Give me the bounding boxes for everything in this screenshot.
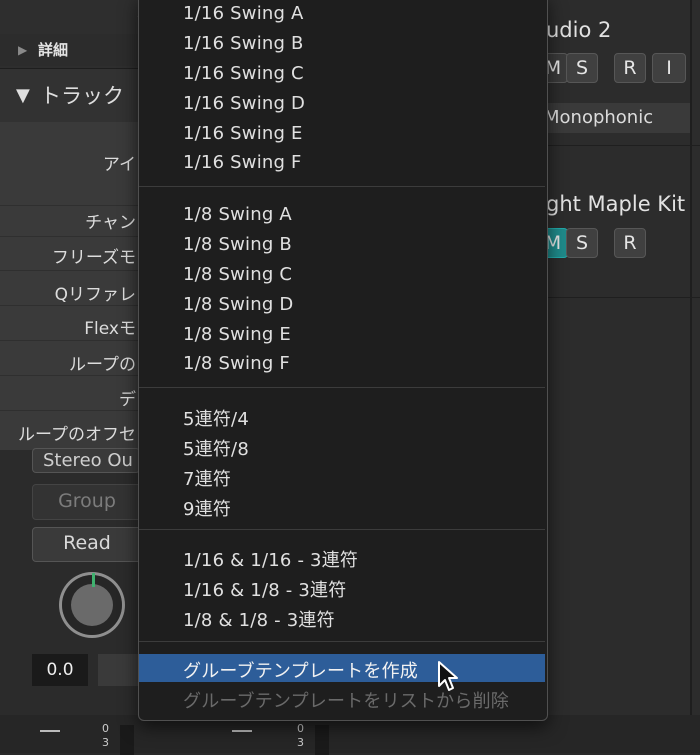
param-loop-offset-label: ループのオフセ	[18, 425, 136, 445]
param-channel-label: チャン	[85, 213, 136, 233]
menu-item[interactable]: 1/8 & 1/8 - 3連符	[183, 606, 335, 632]
menu-item[interactable]: 1/8 Swing F	[183, 353, 290, 374]
menu-item[interactable]: 1/16 Swing C	[183, 63, 304, 84]
create-groove-template-item[interactable]: グルーブテンプレートを作成	[183, 657, 418, 683]
input-monitor-button[interactable]: I	[652, 53, 686, 83]
mouse-pointer-icon	[438, 661, 458, 691]
mode-selector[interactable]: Monophonic	[540, 103, 690, 133]
menu-item[interactable]: 1/8 Swing C	[183, 264, 292, 285]
menu-item[interactable]: 1/16 & 1/16 - 3連符	[183, 546, 358, 572]
param-de-label: デ	[119, 390, 136, 410]
group-button[interactable]: Group	[32, 484, 142, 520]
fader-cap[interactable]	[40, 730, 60, 732]
divider	[0, 410, 140, 411]
divider	[0, 340, 140, 341]
menu-item[interactable]: 1/16 Swing A	[183, 3, 304, 24]
disclosure-right-icon[interactable]: ▶	[18, 34, 27, 66]
divider	[0, 375, 140, 376]
menu-item[interactable]: 1/16 Swing D	[183, 93, 305, 114]
level-meter	[315, 725, 329, 755]
output-button[interactable]: Stereo Ou	[32, 448, 140, 473]
volume-value[interactable]: 0.0	[32, 654, 88, 686]
meter-scale-3: 3	[102, 736, 109, 749]
fader-cap[interactable]	[232, 730, 252, 732]
meter-scale-0: 0	[297, 722, 304, 735]
peak-value	[98, 654, 140, 686]
menu-separator	[139, 387, 545, 388]
track-name-kit[interactable]: ght Maple Kit	[546, 192, 685, 216]
param-icon-label: アイ	[102, 155, 136, 175]
divider	[0, 305, 140, 306]
divider	[0, 270, 140, 271]
details-section-label[interactable]: 詳細	[38, 34, 68, 66]
automation-mode-button[interactable]: Read	[32, 527, 142, 562]
solo-button[interactable]: S	[566, 53, 598, 83]
meter-scale-0: 0	[102, 722, 109, 735]
menu-item[interactable]: 1/16 & 1/8 - 3連符	[183, 576, 346, 602]
divider	[0, 236, 140, 237]
meter-scale-3: 3	[297, 736, 304, 749]
menu-item[interactable]: 1/8 Swing D	[183, 294, 293, 315]
divider	[545, 297, 700, 298]
param-loop-label: ループの	[69, 355, 136, 375]
track-section-label[interactable]: トラック	[40, 74, 124, 118]
divider	[0, 205, 140, 206]
menu-item[interactable]: 1/8 Swing E	[183, 324, 291, 345]
menu-item[interactable]: 5連符/4	[183, 405, 249, 431]
menu-item[interactable]: 1/16 Swing B	[183, 33, 304, 54]
pan-indicator	[92, 573, 95, 587]
param-flex-label: Flexモ	[84, 319, 136, 339]
divider	[545, 145, 700, 146]
divider	[690, 0, 692, 753]
menu-item[interactable]: 1/16 Swing F	[183, 152, 302, 173]
track-name-audio[interactable]: udio 2	[546, 18, 611, 42]
record-button[interactable]: R	[614, 53, 646, 83]
menu-item[interactable]: 1/16 Swing E	[183, 123, 303, 144]
menu-separator	[139, 641, 545, 642]
menu-separator	[139, 186, 545, 187]
menu-item[interactable]: 1/8 Swing A	[183, 204, 292, 225]
menu-item[interactable]: 1/8 Swing B	[183, 234, 292, 255]
disclosure-down-icon[interactable]: ▼	[16, 74, 30, 118]
param-freeze-label: フリーズモ	[51, 248, 136, 268]
menu-item[interactable]: 5連符/8	[183, 435, 249, 461]
record-button[interactable]: R	[614, 228, 646, 258]
menu-item[interactable]: 7連符	[183, 465, 231, 491]
menu-separator	[139, 529, 545, 530]
param-qref-label: Qリファレ	[54, 285, 136, 305]
level-meter	[120, 725, 134, 755]
menu-item[interactable]: 9連符	[183, 495, 231, 521]
solo-button[interactable]: S	[566, 228, 598, 258]
